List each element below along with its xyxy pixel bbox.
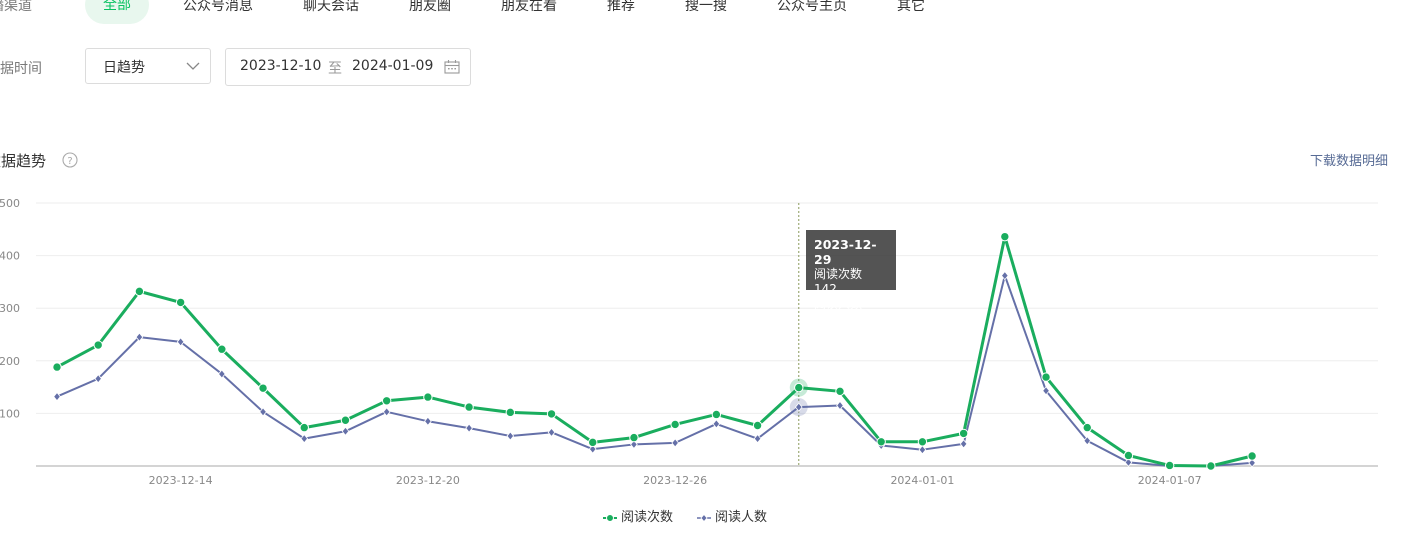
data-point xyxy=(258,383,268,393)
data-point xyxy=(711,409,722,420)
data-point xyxy=(423,392,433,402)
data-point xyxy=(217,344,227,354)
legend-label-readers: 阅读人数 xyxy=(715,510,768,525)
y-tick-label: 100 xyxy=(0,407,20,420)
y-tick-label: 500 xyxy=(0,197,20,210)
data-point xyxy=(175,297,186,308)
x-tick-label: 2023-12-26 xyxy=(643,474,707,487)
data-point xyxy=(341,426,350,436)
data-point xyxy=(505,407,516,418)
data-point xyxy=(300,434,309,444)
data-point xyxy=(1247,451,1257,461)
data-point xyxy=(547,427,556,437)
y-tick-label: 200 xyxy=(0,355,20,368)
data-point xyxy=(1041,372,1051,382)
x-tick-label: 2024-01-07 xyxy=(1138,474,1202,487)
tooltip-reads: 阅读次数 142 xyxy=(814,267,863,296)
data-point xyxy=(53,391,61,402)
data-point xyxy=(381,396,392,406)
chart-legend: 阅读次数 阅读人数 xyxy=(0,506,1418,526)
data-point xyxy=(958,428,969,439)
data-point xyxy=(506,431,515,441)
data-point xyxy=(671,438,679,448)
tooltip-date: 2023-12-29 xyxy=(814,237,877,267)
data-point xyxy=(876,437,886,447)
x-tick-label: 2024-01-01 xyxy=(890,474,954,487)
legend-marker-diamond-icon xyxy=(697,513,711,523)
data-point xyxy=(752,420,763,431)
data-point xyxy=(1123,450,1134,461)
legend-item-readers[interactable]: 阅读人数 xyxy=(697,506,767,525)
data-point xyxy=(959,439,968,449)
data-point xyxy=(588,437,598,448)
data-point xyxy=(1206,461,1216,471)
tooltip-readers: 阅读人数 115 xyxy=(814,297,863,326)
data-point xyxy=(424,416,432,426)
data-point xyxy=(382,407,391,417)
data-point xyxy=(835,386,845,397)
data-point xyxy=(52,362,62,372)
data-point xyxy=(546,409,557,419)
data-point xyxy=(1164,460,1175,471)
data-point xyxy=(93,340,103,350)
data-point xyxy=(1000,231,1010,242)
data-point xyxy=(712,419,721,429)
legend-label-reads: 阅读次数 xyxy=(621,510,674,525)
y-tick-label: 400 xyxy=(0,250,20,263)
data-point xyxy=(299,422,309,433)
y-tick-label: 300 xyxy=(0,302,20,315)
data-point xyxy=(1001,270,1009,281)
legend-marker-circle-icon xyxy=(603,514,617,522)
series-line-0 xyxy=(56,235,1253,468)
x-tick-label: 2023-12-14 xyxy=(149,474,213,487)
data-point xyxy=(464,402,474,412)
trend-chart: 100 200 300 400 500 2023-12-14 2023-12-20 2023-… xyxy=(0,197,1378,487)
data-point xyxy=(794,382,804,393)
series-line-1 xyxy=(56,274,1253,467)
data-point xyxy=(629,432,639,443)
chart-tooltip: 2023-12-29 阅读次数 142 阅读人数 115 xyxy=(806,230,896,326)
data-point xyxy=(670,419,680,430)
data-point xyxy=(465,423,473,433)
legend-item-reads[interactable]: 阅读次数 xyxy=(603,506,673,525)
data-point xyxy=(1082,422,1092,433)
data-point xyxy=(918,445,927,455)
x-tick-label: 2023-12-20 xyxy=(396,474,460,487)
data-point xyxy=(917,437,928,447)
data-point xyxy=(134,286,145,297)
data-point xyxy=(340,415,351,425)
